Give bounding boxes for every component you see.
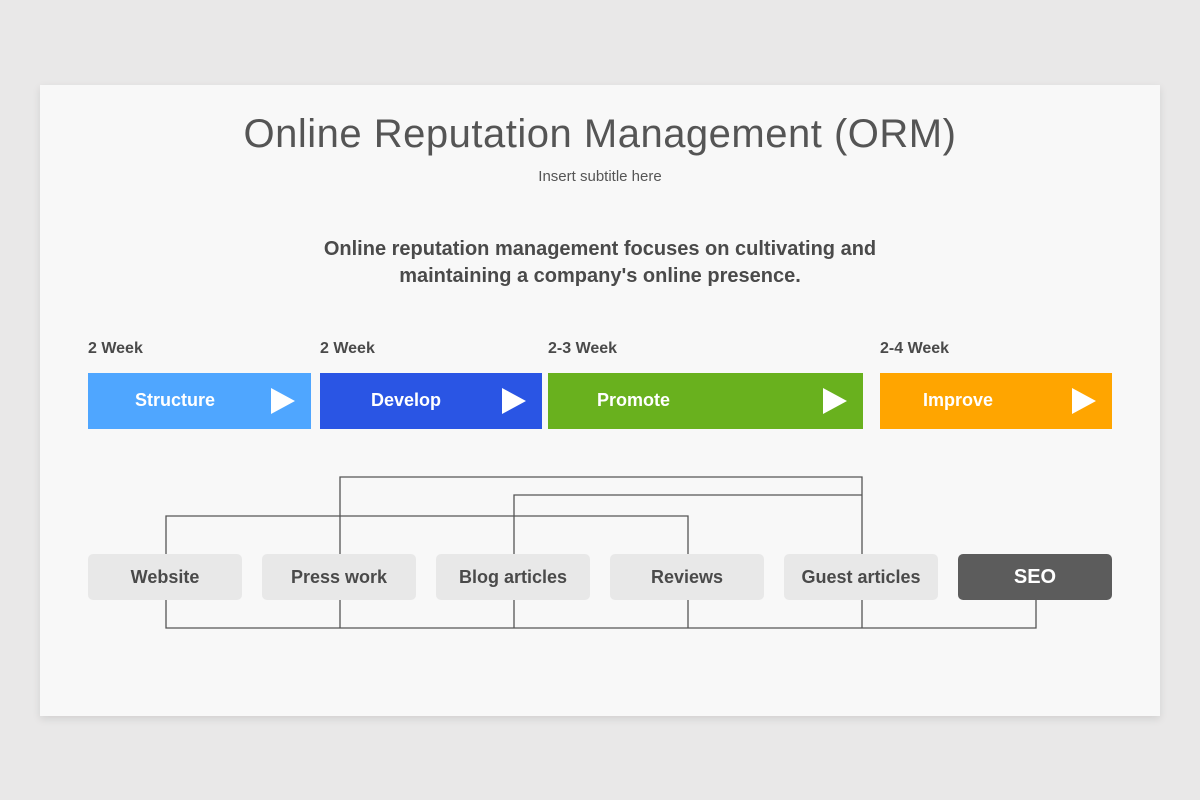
item-guest-articles[interactable]: Guest articles (784, 554, 938, 600)
connector-bottom-bus (165, 600, 1037, 629)
item-seo[interactable]: SEO (958, 554, 1112, 600)
item-website[interactable]: Website (88, 554, 242, 600)
item-blog-articles[interactable]: Blog articles (436, 554, 590, 600)
item-reviews[interactable]: Reviews (610, 554, 764, 600)
item-press-work[interactable]: Press work (262, 554, 416, 600)
connector-website-reviews (165, 515, 689, 554)
connector-lines (165, 476, 1037, 629)
